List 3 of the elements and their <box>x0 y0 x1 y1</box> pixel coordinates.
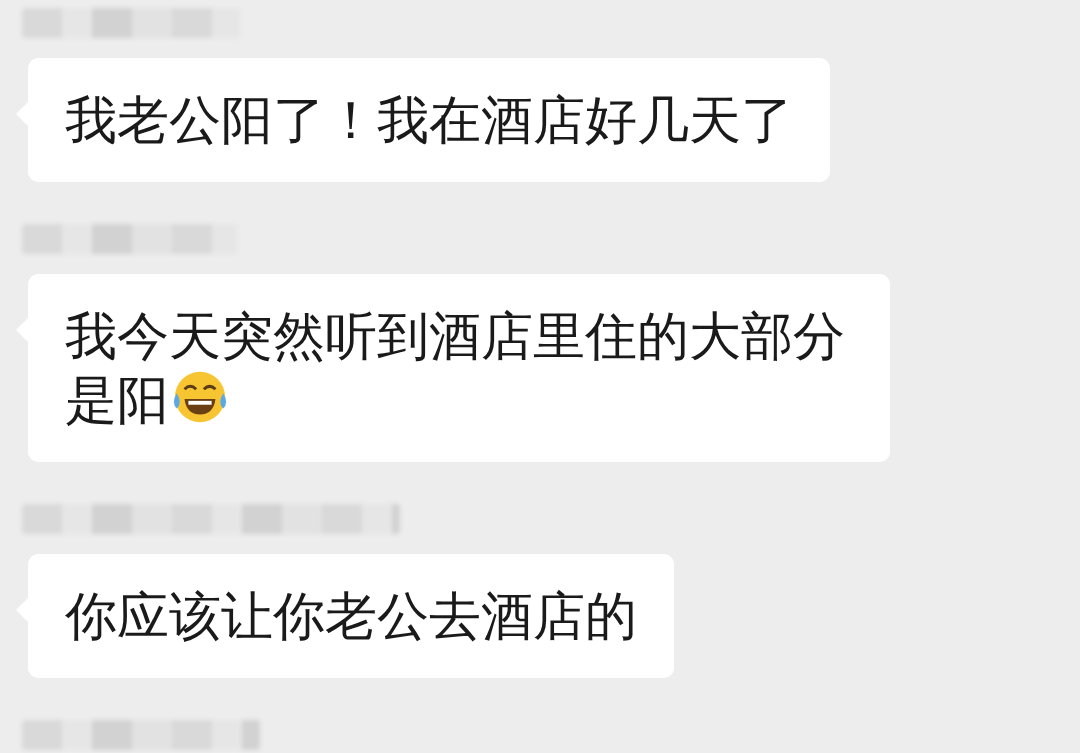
message-text: 我今天突然听到酒店里住的大部分是阳 <box>65 306 845 430</box>
message-text: 你应该让你老公去酒店的 <box>65 586 637 646</box>
message-text: 我老公阳了！我在酒店好几天了 <box>65 90 793 150</box>
